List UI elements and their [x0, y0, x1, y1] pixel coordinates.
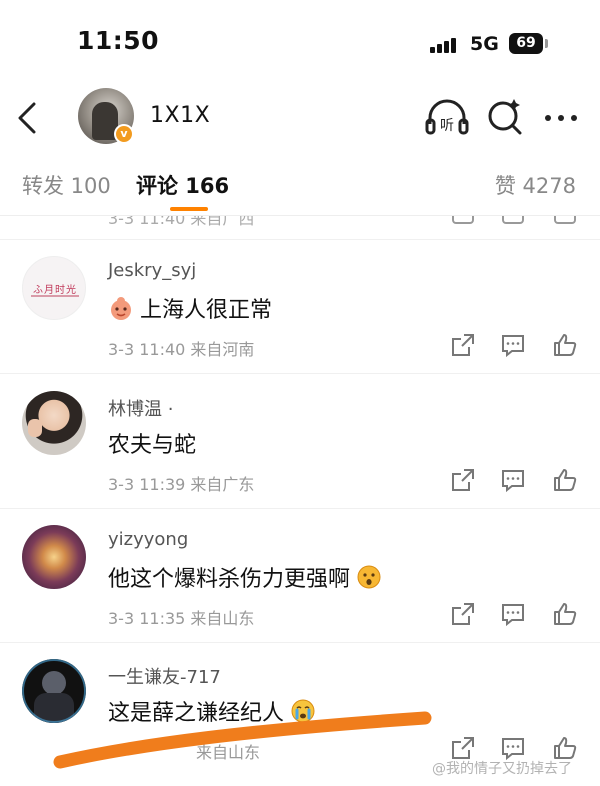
- reply-icon[interactable]: [500, 601, 526, 627]
- like-icon[interactable]: [552, 332, 578, 358]
- comment-meta: 3-3 11:40 来自广西: [108, 216, 255, 228]
- share-icon[interactable]: [450, 467, 476, 493]
- battery-tip: [545, 39, 548, 48]
- status-time: 11:50: [77, 26, 160, 55]
- headphones-icon: 听: [425, 99, 469, 135]
- back-button[interactable]: [14, 98, 44, 138]
- comment-username[interactable]: yizyyong: [108, 529, 188, 550]
- listen-button[interactable]: 听: [425, 98, 469, 138]
- signal-icon: [430, 37, 462, 53]
- avatar[interactable]: [22, 659, 86, 723]
- status-bar: 11:50 5G 69: [0, 0, 600, 90]
- comment-username[interactable]: 林博温 ·: [108, 395, 173, 421]
- more-button[interactable]: [541, 112, 581, 124]
- like-icon[interactable]: [552, 601, 578, 627]
- chevron-left-icon: [18, 102, 36, 134]
- comment-meta: 3-3 11:35 来自山东: [108, 609, 255, 628]
- comment-meta: 3-3 11:39 来自广东: [108, 475, 255, 494]
- battery-icon: 69: [509, 33, 543, 54]
- avatar[interactable]: [22, 525, 86, 589]
- tab-likes[interactable]: 赞 4278: [495, 170, 576, 200]
- comment-text: 这是薛之谦经纪人: [108, 695, 316, 727]
- network-type: 5G: [470, 33, 499, 55]
- tab-repost[interactable]: 转发 100: [22, 170, 111, 200]
- reply-icon[interactable]: [500, 332, 526, 358]
- crying-emoji-icon: [291, 699, 315, 723]
- share-icon[interactable]: [450, 601, 476, 627]
- reply-icon[interactable]: [502, 216, 524, 224]
- verified-badge-icon: v: [114, 124, 134, 144]
- comment-meta: 3-3 11:40 来自河南: [108, 340, 255, 359]
- comment-body: 他这个爆料杀伤力更强啊: [108, 567, 351, 592]
- search-button[interactable]: [486, 98, 524, 138]
- comment-body: 这是薛之谦经纪人: [108, 701, 285, 726]
- avatar[interactable]: ふ月时光: [22, 256, 86, 320]
- share-icon[interactable]: [452, 216, 474, 224]
- comment-username[interactable]: Jeskry_syj: [108, 260, 196, 281]
- list-item: ふ月时光 Jeskry_syj 上海人很正常 3-3 11:40 来自河南: [0, 240, 600, 374]
- surprised-emoji-icon: [357, 565, 381, 589]
- reply-icon[interactable]: [500, 467, 526, 493]
- watermark: @我的情子又扔掉去了: [432, 761, 572, 777]
- comment-meta: 来自山东: [196, 743, 261, 762]
- comment-username[interactable]: 一生谦友-717: [108, 663, 221, 689]
- list-item: 林博温 · 农夫与蛇 3-3 11:39 来自广东: [0, 375, 600, 509]
- avatar[interactable]: [22, 391, 86, 455]
- comment-text: 上海人很正常: [108, 292, 272, 324]
- avatar-logo: ふ月时光: [33, 285, 77, 296]
- chick-emoji-icon: [111, 297, 131, 320]
- listen-label: 听: [440, 118, 454, 134]
- header: v 1X1X 听: [0, 88, 600, 148]
- like-icon[interactable]: [554, 216, 576, 224]
- like-icon[interactable]: [552, 467, 578, 493]
- list-item: yizyyong 他这个爆料杀伤力更强啊 3-3 11:35 来自山东: [0, 509, 600, 643]
- search-icon: [488, 99, 522, 135]
- tab-comments[interactable]: 评论 166: [136, 170, 229, 200]
- comment-text: 他这个爆料杀伤力更强啊: [108, 561, 382, 593]
- account-name[interactable]: 1X1X: [150, 103, 210, 128]
- comment-text: 农夫与蛇: [108, 433, 197, 458]
- comment-body: 上海人很正常: [140, 298, 273, 323]
- more-dot-icon: [545, 115, 551, 121]
- tab-bar: 转发 100 评论 166 赞 4278: [0, 160, 600, 216]
- partial-comment-row: 3-3 11:40 来自广西: [0, 216, 600, 240]
- share-icon[interactable]: [450, 332, 476, 358]
- active-tab-indicator: [170, 207, 208, 211]
